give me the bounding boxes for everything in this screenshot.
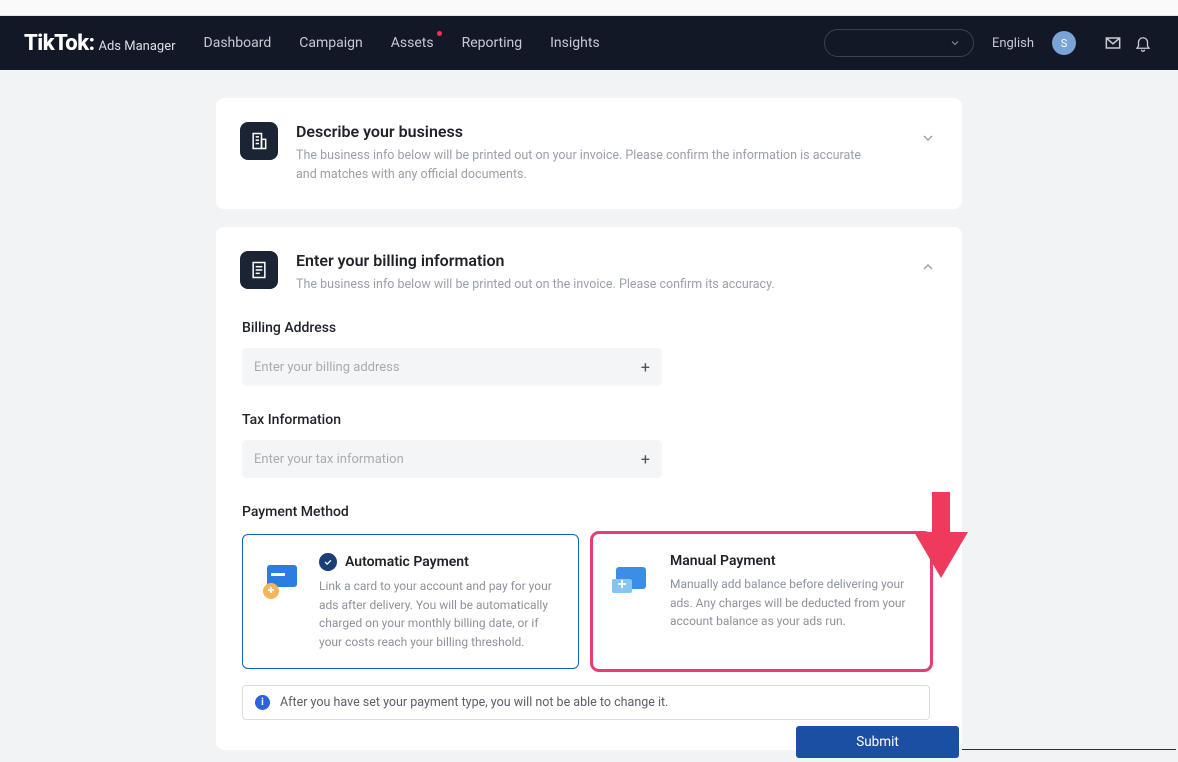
describe-desc: The business info below will be printed … — [296, 147, 876, 185]
bell-icon[interactable] — [1132, 32, 1154, 54]
add-address-button[interactable]: + — [641, 358, 650, 377]
nav-assets[interactable]: Assets — [391, 35, 434, 51]
brand[interactable]: TikTok: Ads Manager — [24, 31, 176, 56]
info-icon: i — [255, 695, 270, 710]
chevron-down-icon — [949, 37, 961, 49]
nav-insights[interactable]: Insights — [550, 35, 600, 51]
payment-automatic-card[interactable]: Automatic Payment Link a card to your ac… — [242, 534, 579, 668]
describe-title: Describe your business — [296, 122, 876, 141]
top-nav: TikTok: Ads Manager Dashboard Campaign A… — [0, 16, 1178, 70]
manual-payment-icon — [610, 559, 656, 605]
annotation-line — [962, 749, 1176, 750]
building-icon — [240, 122, 278, 160]
submit-button[interactable]: Submit — [796, 726, 959, 758]
manual-payment-title: Manual Payment — [670, 553, 776, 569]
add-tax-button[interactable]: + — [641, 450, 650, 469]
payment-info-notice: i After you have set your payment type, … — [242, 685, 930, 720]
nav-reporting[interactable]: Reporting — [462, 35, 523, 51]
billing-title: Enter your billing information — [296, 251, 775, 270]
receipt-icon — [240, 251, 278, 289]
nav-items: Dashboard Campaign Assets Reporting Insi… — [204, 35, 600, 51]
billing-address-input[interactable] — [242, 348, 662, 386]
browser-chrome — [0, 0, 1178, 16]
manual-payment-desc: Manually add balance before delivering y… — [670, 575, 913, 631]
billing-desc: The business info below will be printed … — [296, 276, 775, 295]
notification-dot-icon — [437, 31, 442, 36]
page-content: Describe your business The business info… — [0, 70, 1178, 750]
payment-method-label: Payment Method — [242, 504, 930, 520]
tax-info-label: Tax Information — [242, 412, 930, 428]
account-selector[interactable] — [824, 29, 974, 57]
language-selector[interactable]: English — [992, 36, 1034, 51]
brand-logo: TikTok: — [24, 31, 95, 56]
billing-info-card: Enter your billing information The busin… — [216, 227, 962, 750]
nav-assets-label: Assets — [391, 35, 434, 51]
nav-campaign[interactable]: Campaign — [299, 35, 362, 51]
automatic-payment-desc: Link a card to your account and pay for … — [319, 577, 562, 651]
automatic-payment-icon — [259, 559, 305, 605]
payment-manual-card[interactable]: Manual Payment Manually add balance befo… — [593, 534, 930, 668]
describe-business-card[interactable]: Describe your business The business info… — [216, 98, 962, 209]
automatic-payment-title: Automatic Payment — [345, 554, 469, 570]
collapse-toggle[interactable] — [920, 259, 936, 279]
brand-sub: Ads Manager — [99, 39, 176, 54]
chevron-up-icon — [920, 259, 936, 275]
inbox-icon[interactable] — [1102, 32, 1124, 54]
billing-address-label: Billing Address — [242, 320, 930, 336]
chevron-down-icon — [920, 130, 936, 146]
check-icon — [319, 553, 337, 571]
payment-info-text: After you have set your payment type, yo… — [280, 695, 668, 710]
collapse-toggle[interactable] — [920, 130, 936, 150]
avatar[interactable]: S — [1052, 31, 1076, 55]
nav-dashboard[interactable]: Dashboard — [204, 35, 272, 51]
tax-info-input[interactable] — [242, 440, 662, 478]
